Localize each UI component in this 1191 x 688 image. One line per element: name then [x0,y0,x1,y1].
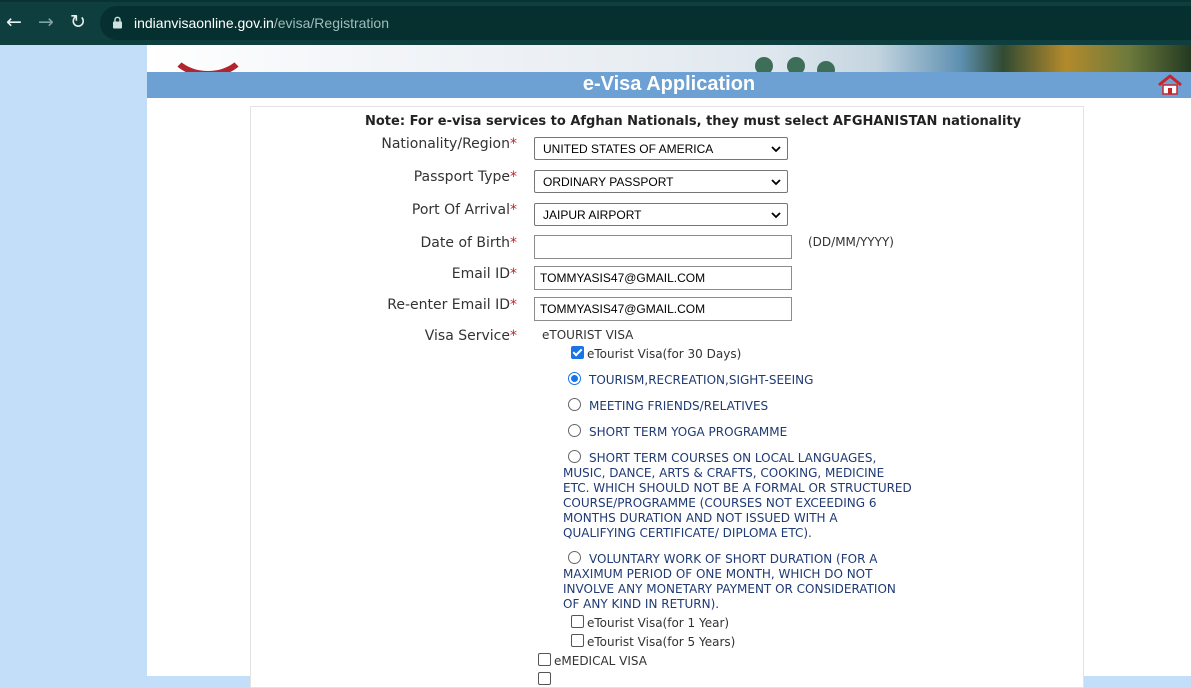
port-of-arrival-label-text: Port Of Arrival [411,202,510,218]
email-confirm-field[interactable]: TOMMYASIS47@GMAIL.COM [534,297,792,321]
address-bar[interactable]: indianvisaonline.gov.in/evisa/Registrati… [100,6,1191,40]
lock-icon [113,16,122,29]
passport-type-value: ORDINARY PASSPORT [543,175,674,189]
etourist-1-year-label: eTourist Visa(for 1 Year) [587,616,730,630]
email-field[interactable]: TOMMYASIS47@GMAIL.COM [534,266,792,290]
email-value: TOMMYASIS47@GMAIL.COM [540,271,706,285]
port-of-arrival-select[interactable]: JAIPUR AIRPORT [534,203,788,226]
purpose-label-voluntary: VOLUNTARY WORK OF SHORT DURATION (FOR A … [563,552,896,611]
required-mark: * [510,202,517,218]
passport-type-select[interactable]: ORDINARY PASSPORT [534,170,788,193]
chevron-down-icon [771,212,781,219]
etourist-group-title: eTOURIST VISA [542,328,634,342]
emedical-visa-label: eMEDICAL VISA [554,654,647,668]
port-of-arrival-label: Port Of Arrival* [297,202,517,218]
banner-tree-image [787,57,805,72]
header-banner [147,45,1191,72]
etourist-1-year-checkbox[interactable] [571,615,584,628]
home-icon[interactable] [1157,74,1183,96]
email-label: Email ID* [297,266,517,282]
date-format-hint: (DD/MM/YYYY) [808,235,894,249]
nationality-value: UNITED STATES OF AMERICA [543,142,714,156]
email-confirm-label-text: Re-enter Email ID [387,297,510,313]
port-of-arrival-value: JAIPUR AIRPORT [543,208,642,222]
required-mark: * [510,328,517,344]
email-confirm-label: Re-enter Email ID* [297,297,517,313]
tab-strip-edge [0,0,1191,2]
purpose-label-yoga: SHORT TERM YOGA PROGRAMME [589,425,788,439]
page-content: e-Visa Application Note: For e-visa serv… [147,45,1191,688]
chevron-down-icon [771,179,781,186]
visa-service-label-text: Visa Service [424,328,510,344]
date-of-birth-label: Date of Birth* [297,235,517,251]
required-mark: * [510,235,517,251]
email-confirm-value: TOMMYASIS47@GMAIL.COM [540,302,706,316]
banner-tree-image [817,61,835,72]
required-mark: * [510,169,517,185]
passport-type-label: Passport Type* [297,169,517,185]
banner-tree-image [755,57,773,72]
chevron-down-icon [771,146,781,153]
purpose-label-courses: SHORT TERM COURSES ON LOCAL LANGUAGES, M… [563,451,912,540]
etourist-5-years-checkbox[interactable] [571,634,584,647]
email-label-text: Email ID [451,266,510,282]
title-bar: e-Visa Application [147,72,1191,98]
passport-type-label-text: Passport Type [413,169,510,185]
etourist-30-days-checkbox[interactable] [571,346,584,359]
next-visa-checkbox[interactable] [538,672,551,685]
required-mark: * [510,266,517,282]
page-title: e-Visa Application [582,73,756,95]
nationality-select[interactable]: UNITED STATES OF AMERICA [534,137,788,160]
url-path: /evisa/Registration [273,15,390,31]
back-arrow-icon[interactable]: ← [2,10,26,34]
date-of-birth-label-text: Date of Birth [420,235,510,251]
reload-icon[interactable]: ↻ [66,10,90,34]
site-logo [167,45,249,72]
purpose-label-tourism: TOURISM,RECREATION,SIGHT-SEEING [589,373,814,387]
browser-toolbar: ← → ↻ indianvisaonline.gov.in/evisa/Regi… [0,0,1191,45]
purpose-radio-yoga[interactable] [568,424,581,437]
nationality-label: Nationality/Region* [297,136,517,152]
emedical-visa-checkbox[interactable] [538,653,551,666]
url-host: indianvisaonline.gov.in [134,15,274,31]
purpose-radio-tourism[interactable] [568,372,581,385]
visa-service-label: Visa Service* [297,328,517,344]
nationality-label-text: Nationality/Region [381,136,510,152]
forward-arrow-icon[interactable]: → [34,10,58,34]
purpose-label-friends: MEETING FRIENDS/RELATIVES [589,399,769,413]
etourist-30-days-label: eTourist Visa(for 30 Days) [587,347,742,361]
required-mark: * [510,136,517,152]
required-mark: * [510,297,517,313]
purpose-radio-friends[interactable] [568,398,581,411]
date-of-birth-input[interactable] [534,235,792,259]
afghan-note: Note: For e-visa services to Afghan Nati… [365,114,1022,129]
etourist-5-years-label: eTourist Visa(for 5 Years) [587,635,736,649]
url-text: indianvisaonline.gov.in/evisa/Registrati… [134,15,389,31]
